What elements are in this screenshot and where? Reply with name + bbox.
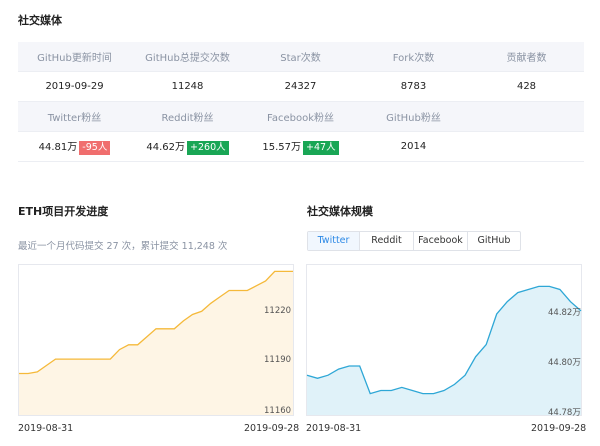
- twitter-y-tick: 44.82万: [548, 308, 581, 318]
- dev-y-tick: 11220: [264, 306, 292, 316]
- dev-y-tick: 11190: [264, 355, 292, 365]
- twitter-y-tick: 44.78万: [548, 408, 581, 418]
- twitter-followers-chart: [306, 285, 582, 415]
- dev-x-label-start: 2019-08-31: [18, 423, 74, 434]
- twitter-followers-area-fill: [307, 286, 581, 415]
- twitter-y-tick: 44.80万: [548, 358, 581, 368]
- twitter-x-label-end: 2019-09-28: [531, 423, 587, 434]
- twitter-x-label-start: 2019-08-31: [306, 423, 362, 434]
- dev-x-label-end: 2019-09-28: [244, 423, 300, 434]
- dev-y-tick: 11160: [264, 406, 292, 416]
